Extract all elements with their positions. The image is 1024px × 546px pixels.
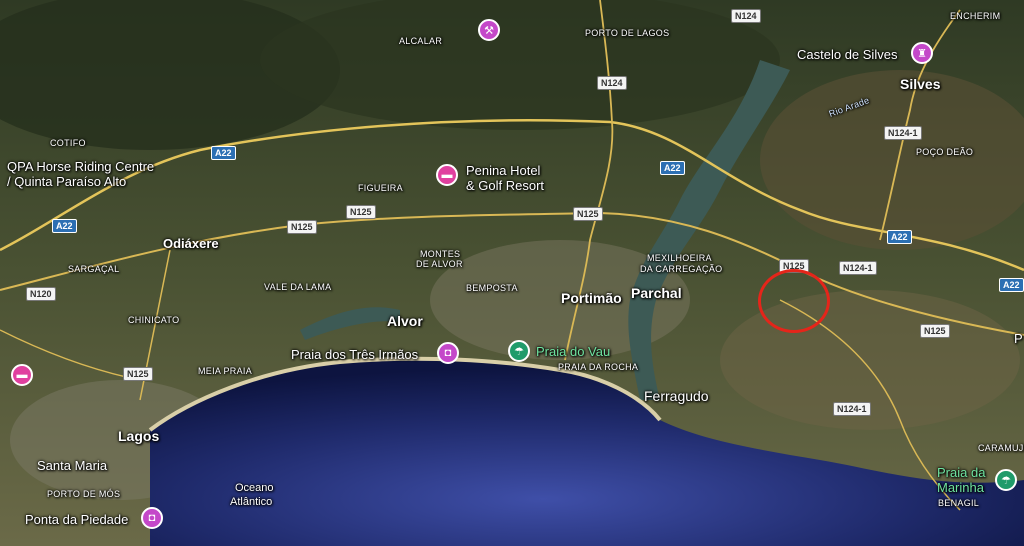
road-n120: N120 [26,287,56,301]
road-a22-far-east: A22 [999,278,1024,292]
road-a22-center: A22 [660,161,685,175]
road-n124-1-east: N124-1 [839,261,877,275]
road-a22-far-west: A22 [52,219,77,233]
beach-umbrella-icon[interactable]: ☂ [508,340,530,362]
road-n124-1-silves: N124-1 [884,126,922,140]
castle-icon[interactable]: ♜ [911,42,933,64]
road-n125-west: N125 [346,205,376,219]
hotel-icon[interactable]: ▬ [436,164,458,186]
hotel-icon-lagos-west[interactable]: ▬ [11,364,33,386]
road-n124-1-south: N124-1 [833,402,871,416]
road-a22-east: A22 [887,230,912,244]
camera-icon-tres-irmaos[interactable]: ◘ [437,342,459,364]
camera-icon-ponta-da-piedade[interactable]: ◘ [141,507,163,529]
poi-alcalar-monument-icon[interactable]: ⚒ [478,19,500,41]
road-n125-lagos: N125 [123,367,153,381]
highlight-circle [758,269,830,333]
road-a22-west: A22 [211,146,236,160]
road-n124-mid: N124 [597,76,627,90]
road-n125-portimao: N125 [573,207,603,221]
road-n124-top: N124 [731,9,761,23]
beach-umbrella-icon-marinha[interactable]: ☂ [995,469,1017,491]
road-n125-mid: N125 [287,220,317,234]
road-n125-east: N125 [920,324,950,338]
